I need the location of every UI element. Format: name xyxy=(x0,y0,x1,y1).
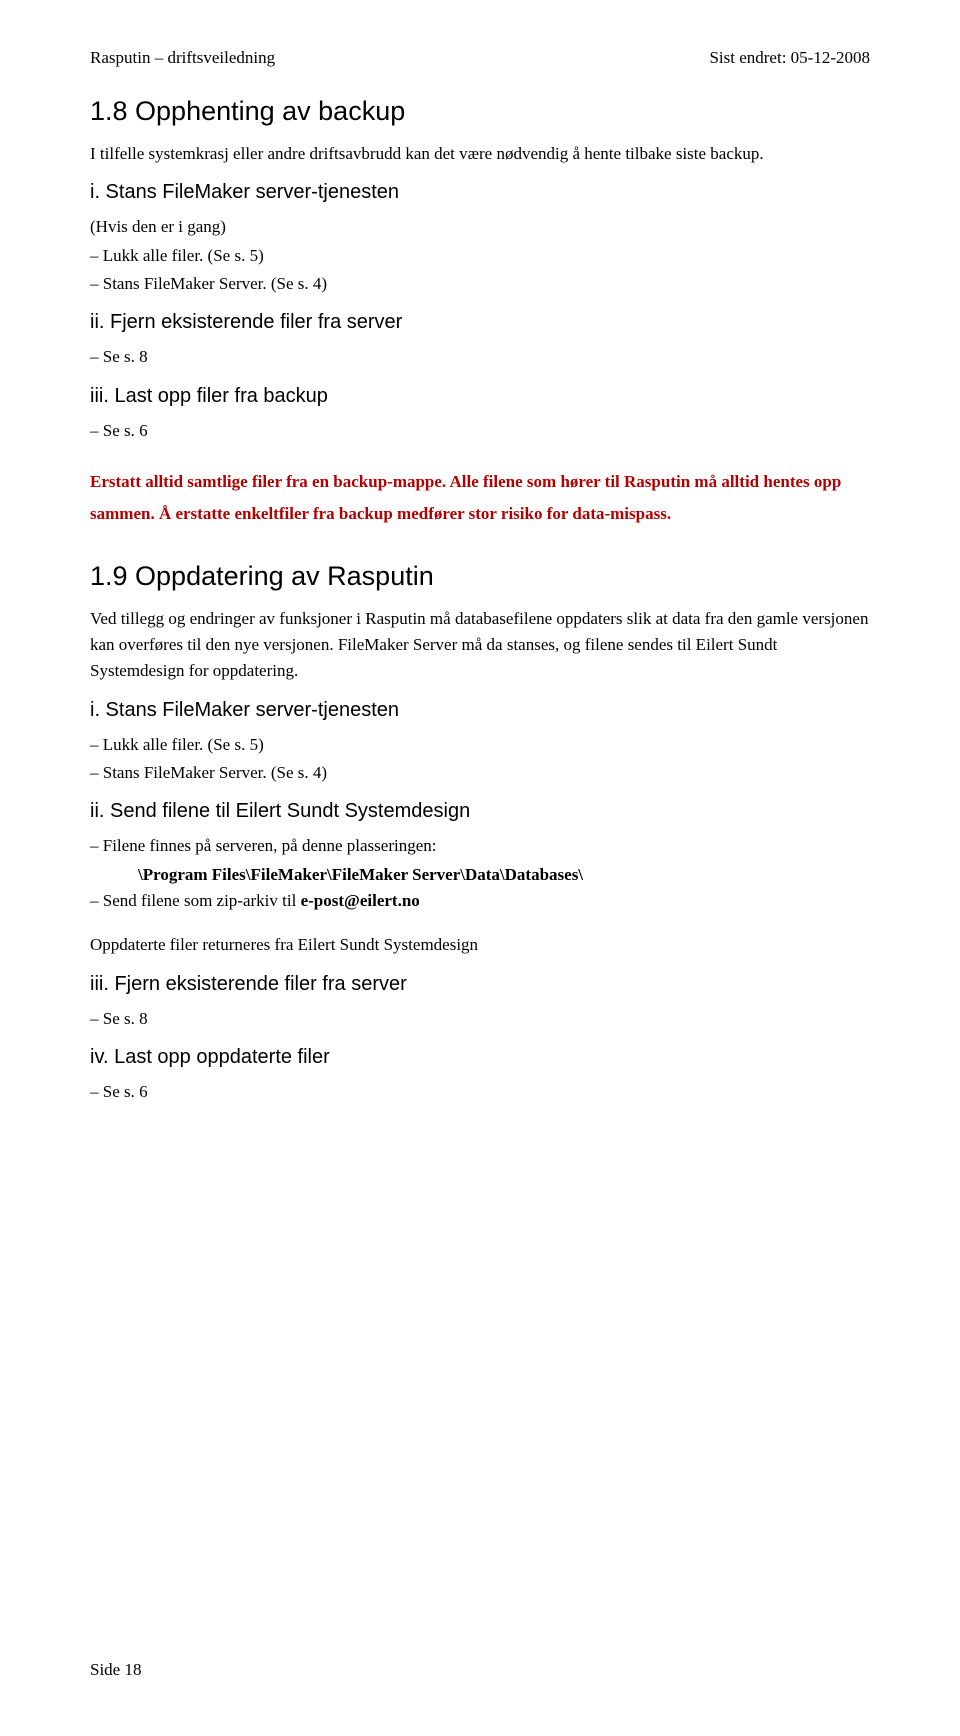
s19-step-ii-path: \Program Files\FileMaker\FileMaker Serve… xyxy=(138,862,870,888)
s19-step-iv-title: iv. Last opp oppdaterte filer xyxy=(90,1046,870,1069)
step-i-title: i. Stans FileMaker server-tjenesten xyxy=(90,181,870,204)
section-1-8-intro: I tilfelle systemkrasj eller andre drift… xyxy=(90,141,870,167)
s19-step-iv-1: – Se s. 6 xyxy=(90,1079,870,1105)
s19-step-i-title: i. Stans FileMaker server-tjenesten xyxy=(90,699,870,722)
step-iii-title: iii. Last opp filer fra backup xyxy=(90,385,870,408)
step-ii-title: ii. Fjern eksisterende filer fra server xyxy=(90,311,870,334)
step-i-2: – Stans FileMaker Server. (Se s. 4) xyxy=(90,271,870,297)
s19-step-i-2: – Stans FileMaker Server. (Se s. 4) xyxy=(90,760,870,786)
step-iii-1: – Se s. 6 xyxy=(90,418,870,444)
s19-step-ii-2: – Send filene som zip-arkiv til e-post@e… xyxy=(90,888,870,914)
s19-step-iii-1: – Se s. 8 xyxy=(90,1006,870,1032)
s19-step-iii-title: iii. Fjern eksisterende filer fra server xyxy=(90,973,870,996)
s19-step-ii-1: – Filene finnes på serveren, på denne pl… xyxy=(90,833,870,859)
step-i-1: – Lukk alle filer. (Se s. 5) xyxy=(90,243,870,269)
section-1-8-title: 1.8 Opphenting av backup xyxy=(90,96,870,127)
header-right: Sist endret: 05-12-2008 xyxy=(709,48,870,68)
section-1-9-title: 1.9 Oppdatering av Rasputin xyxy=(90,561,870,592)
step-ii-1: – Se s. 8 xyxy=(90,344,870,370)
warning-text: Erstatt alltid samtlige filer fra en bac… xyxy=(90,466,870,531)
s19-mid-note: Oppdaterte filer returneres fra Eilert S… xyxy=(90,932,870,958)
s19-step-ii-2-email: e-post@eilert.no xyxy=(301,891,420,910)
section-1-9-intro: Ved tillegg og endringer av funksjoner i… xyxy=(90,606,870,685)
page-header: Rasputin – driftsveiledning Sist endret:… xyxy=(90,48,870,68)
page-footer: Side 18 xyxy=(90,1660,141,1680)
header-left: Rasputin – driftsveiledning xyxy=(90,48,275,68)
s19-step-i-1: – Lukk alle filer. (Se s. 5) xyxy=(90,732,870,758)
s19-step-ii-2-pre: – Send filene som zip-arkiv til xyxy=(90,891,301,910)
step-i-note: (Hvis den er i gang) xyxy=(90,214,870,240)
s19-step-ii-title: ii. Send filene til Eilert Sundt Systemd… xyxy=(90,800,870,823)
